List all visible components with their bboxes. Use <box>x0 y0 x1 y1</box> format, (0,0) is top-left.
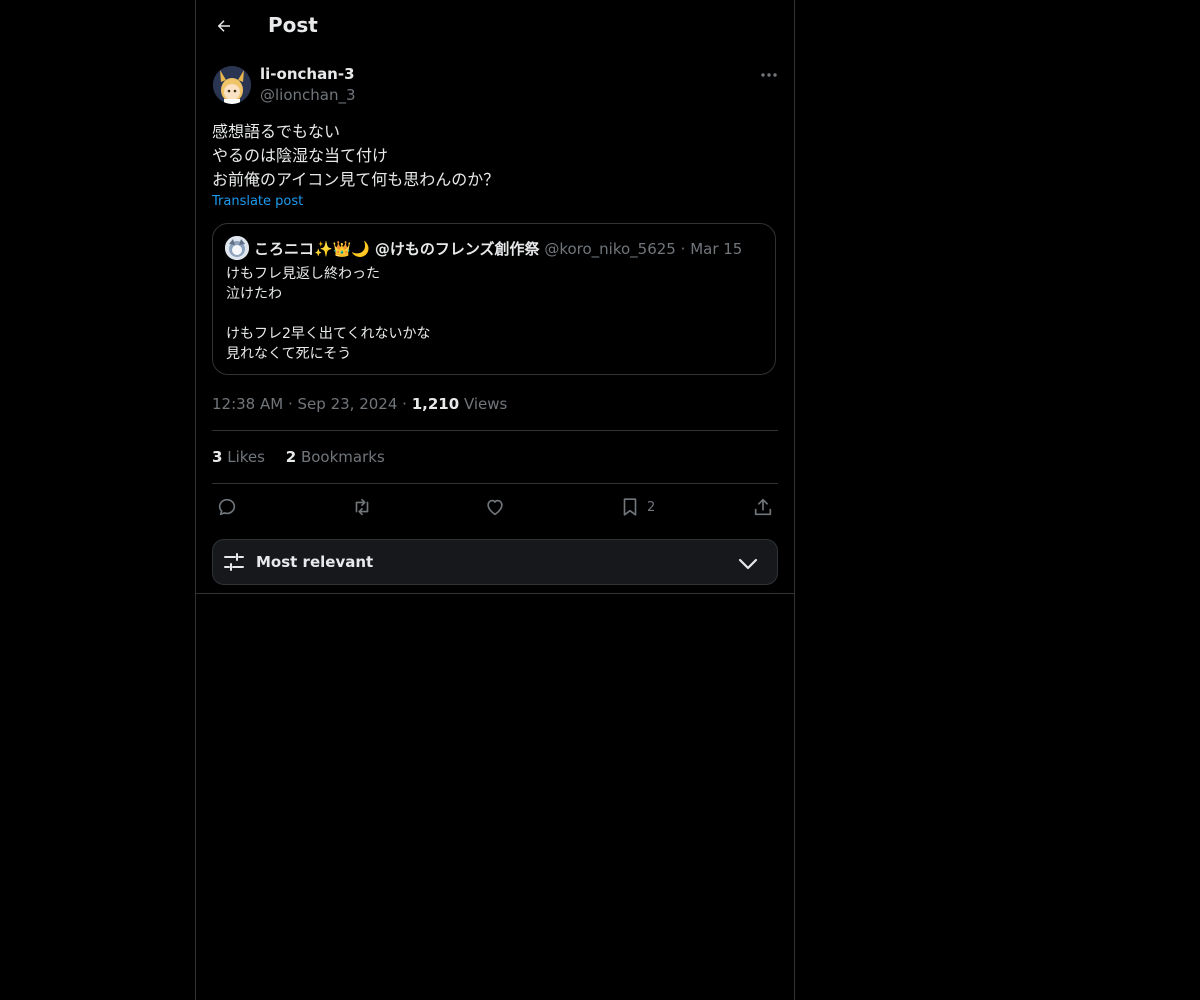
post-text: 感想語るでもない やるのは陰湿な当て付け お前俺のアイコン見て何も思わんのか？ <box>212 120 499 192</box>
quoted-author-avatar <box>225 236 249 260</box>
bookmarks-count: 2 <box>285 448 297 466</box>
quoted-post-header: ころニコ✨👑🌙 @けものフレンズ創作祭 @koro_niko_5625 · Ma… <box>254 238 742 259</box>
quoted-post[interactable]: ころニコ✨👑🌙 @けものフレンズ創作祭 @koro_niko_5625 · Ma… <box>212 223 776 375</box>
quoted-line: 泣けたわ <box>226 286 282 302</box>
more-dots-icon <box>761 73 777 77</box>
page-title: Post <box>268 13 318 37</box>
quoted-line: けもフレ見返し終わった <box>226 266 380 282</box>
reply-button[interactable] <box>216 494 238 520</box>
quoted-author-handle: @koro_niko_5625 <box>544 240 676 258</box>
sort-label: Most relevant <box>256 553 374 571</box>
engagement-stats: 3 Likes 2 Bookmarks <box>212 448 401 466</box>
heart-icon <box>487 499 503 516</box>
bookmark-icon <box>623 498 637 516</box>
quoted-line: けもフレ2早く出てくれないかな <box>226 326 431 342</box>
reply-icon <box>218 498 236 516</box>
reply-sort-dropdown[interactable]: Most relevant <box>212 539 778 585</box>
likes-stat[interactable]: 3 Likes <box>212 448 265 466</box>
post-date[interactable]: Sep 23, 2024 <box>298 395 398 413</box>
post-line: 感想語るでもない <box>212 122 341 141</box>
views-count: 1,210 <box>411 395 460 413</box>
translate-post-link[interactable]: Translate post <box>212 194 303 209</box>
quoted-line <box>226 304 431 324</box>
post-meta: 12:38 AM · Sep 23, 2024 · 1,210 Views <box>212 395 507 413</box>
separator-dot: · <box>287 395 298 413</box>
separator-dot: · <box>402 395 412 413</box>
like-button[interactable] <box>484 494 506 520</box>
quoted-avatar-image <box>225 236 249 260</box>
more-options-button[interactable] <box>758 66 780 84</box>
chevron-down-icon <box>738 558 758 570</box>
bookmarks-stat[interactable]: 2 Bookmarks <box>286 448 385 466</box>
divider <box>212 430 778 431</box>
repost-button[interactable] <box>350 494 374 520</box>
author-avatar[interactable] <box>213 66 251 104</box>
likes-label: Likes <box>227 448 265 466</box>
repost-icon <box>355 498 369 516</box>
post-line: お前俺のアイコン見て何も思わんのか？ <box>212 170 500 189</box>
share-button[interactable] <box>752 494 774 520</box>
quoted-author-name: ころニコ <box>254 240 315 258</box>
separator-dot: · <box>680 240 686 258</box>
bookmark-count: 2 <box>647 499 656 515</box>
author-name[interactable]: li-onchan-3 <box>260 65 355 83</box>
page-header: Post <box>196 0 794 54</box>
post-time[interactable]: 12:38 AM <box>212 395 283 413</box>
divider <box>196 593 794 594</box>
avatar-image <box>213 66 251 104</box>
bookmarks-label: Bookmarks <box>300 448 385 466</box>
divider <box>212 483 778 484</box>
author-handle[interactable]: @lionchan_3 <box>260 86 356 104</box>
main-column: Post li-onchan-3 @lionchan_3 感想語るでもない やる… <box>195 0 795 1000</box>
quoted-post-date: Mar 15 <box>690 240 743 258</box>
bookmark-button[interactable]: 2 <box>619 494 655 520</box>
likes-count: 3 <box>212 448 223 466</box>
share-icon <box>754 498 772 516</box>
quoted-author-emoji: ✨👑🌙 <box>314 240 371 258</box>
sliders-icon <box>224 553 244 571</box>
quoted-line: 見れなくて死にそう <box>226 346 352 362</box>
back-button[interactable] <box>206 8 242 44</box>
arrow-left-icon <box>217 20 230 32</box>
post-line: やるのは陰湿な当て付け <box>212 146 389 165</box>
views-label: Views <box>463 395 508 413</box>
quoted-post-text: けもフレ見返し終わった 泣けたわ けもフレ2早く出てくれないかな 見れなくて死に… <box>226 264 431 364</box>
quoted-author-name-suffix: @けものフレンズ創作祭 <box>374 240 540 258</box>
